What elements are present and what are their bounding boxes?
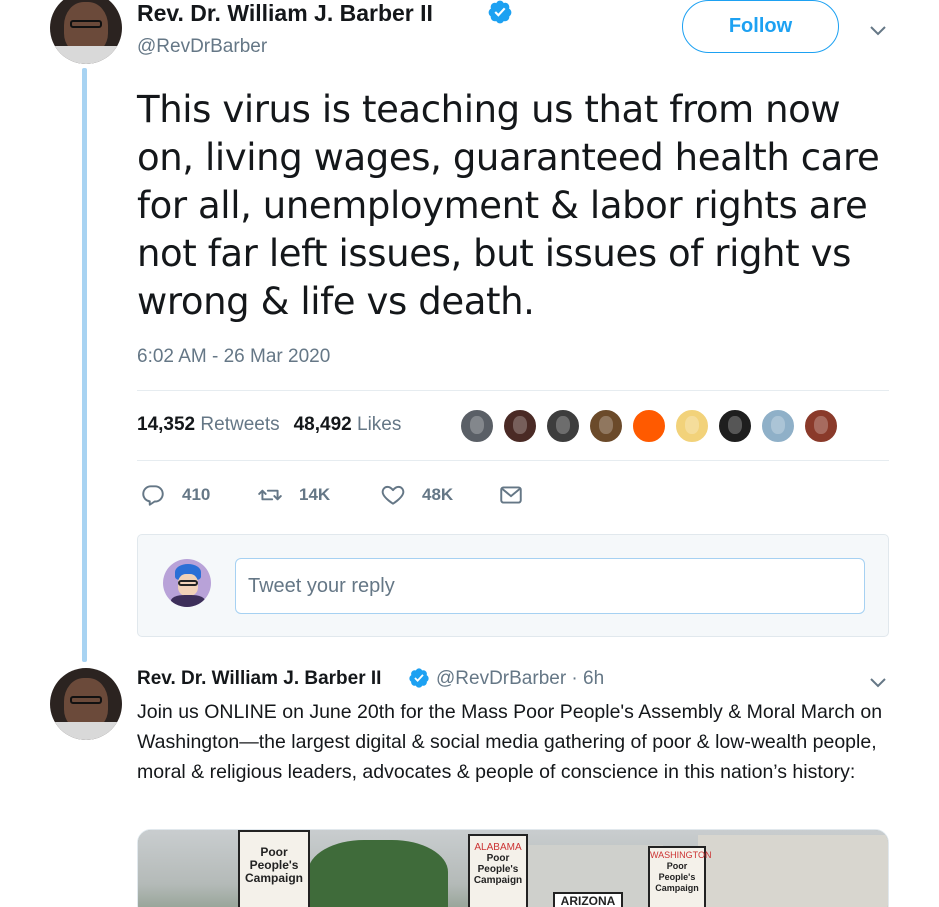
author-avatar[interactable] [50, 668, 122, 740]
retweets-stat[interactable]: 14,352 Retweets [137, 414, 280, 436]
liker-avatar[interactable] [459, 408, 495, 444]
direct-message-button[interactable] [498, 482, 524, 508]
user-avatar[interactable] [163, 559, 211, 607]
reply-composer: Tweet your reply [137, 534, 889, 637]
tweet-text: Join us ONLINE on June 20th for the Mass… [137, 701, 883, 783]
handle-and-time[interactable]: @RevDrBarber · 6h [436, 668, 604, 690]
follow-button[interactable]: Follow [682, 0, 839, 53]
retweet-button[interactable]: 14K [257, 482, 330, 508]
divider [137, 390, 889, 391]
tweet-timestamp[interactable]: 6:02 AM - 26 Mar 2020 [137, 346, 330, 368]
tweet-media-image[interactable]: Poor People's Campaign ALABAMA Poor People's… [137, 829, 889, 907]
heart-icon [381, 485, 405, 505]
verified-badge-icon [409, 668, 429, 688]
likers-avatars[interactable] [459, 408, 846, 444]
liker-avatar[interactable] [631, 408, 667, 444]
engagement-stats: 14,352 Retweets 48,492 Likes [137, 414, 401, 436]
liker-avatar[interactable] [803, 408, 839, 444]
chevron-down-icon[interactable] [868, 672, 888, 692]
author-name[interactable]: Rev. Dr. William J. Barber II [137, 0, 433, 27]
chevron-down-icon[interactable] [868, 20, 888, 40]
author-handle[interactable]: @RevDrBarber [137, 36, 267, 58]
liker-avatar[interactable] [717, 408, 753, 444]
retweet-icon [258, 489, 282, 501]
author-avatar[interactable] [50, 0, 122, 64]
reply-icon [142, 485, 164, 506]
liker-avatar[interactable] [502, 408, 538, 444]
message-icon [500, 486, 522, 504]
divider [137, 460, 889, 461]
retweet-count: 14K [299, 485, 331, 504]
tweet-text: This virus is teaching us that from now … [137, 88, 880, 323]
reply-count: 410 [182, 485, 211, 504]
liker-avatar[interactable] [545, 408, 581, 444]
protest-sign: ARIZONA [553, 892, 623, 907]
protest-sign: WASHINGTON Poor People's Campaign [648, 846, 712, 907]
protest-sign: ALABAMA Poor People's Campaign [468, 834, 528, 907]
likes-stat[interactable]: 48,492 Likes [294, 414, 402, 436]
protest-sign: Poor People's Campaign [238, 830, 310, 907]
author-name[interactable]: Rev. Dr. William J. Barber II [137, 668, 381, 690]
verified-badge-icon [488, 0, 512, 24]
reply-button[interactable]: 410 [140, 482, 210, 508]
reply-input[interactable]: Tweet your reply [235, 558, 865, 614]
liker-avatar[interactable] [588, 408, 624, 444]
liker-avatar[interactable] [674, 408, 710, 444]
liker-avatar[interactable] [760, 408, 796, 444]
thread-line [82, 68, 87, 662]
like-button[interactable]: 48K [380, 482, 453, 508]
like-count: 48K [422, 485, 454, 504]
